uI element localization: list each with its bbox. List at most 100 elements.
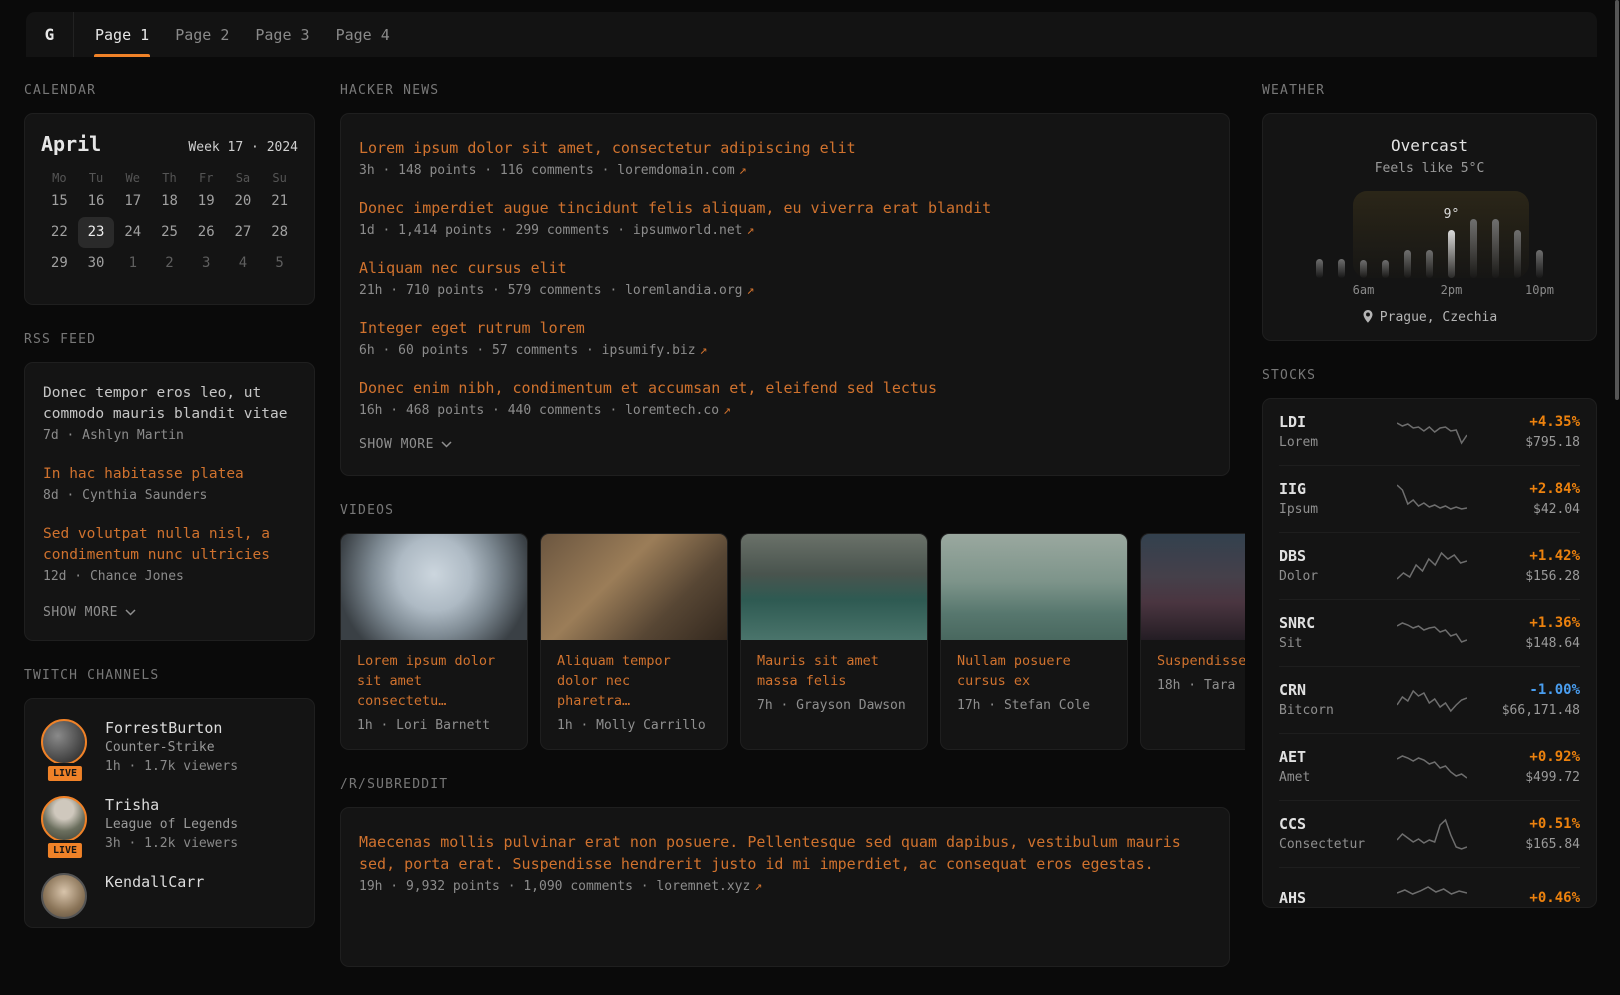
video-title[interactable]: Suspendisse diam [1157, 651, 1245, 671]
video-title[interactable]: Aliquam tempor dolor nec pharetra… [557, 651, 711, 711]
calendar-day[interactable]: 21 [261, 186, 298, 217]
videos-section-title: VIDEOS [340, 504, 1230, 518]
tab-page-3[interactable]: Page 3 [254, 12, 310, 57]
hackernews-item-title[interactable]: Integer eget rutrum lorem [359, 317, 1211, 339]
tab-page-1[interactable]: Page 1 [94, 12, 150, 57]
twitch-channel-name[interactable]: Trisha [105, 796, 238, 815]
stock-change-percent: +1.42% [1467, 546, 1580, 567]
stock-change-percent: +0.46% [1467, 888, 1580, 909]
calendar-day[interactable]: 1 [114, 248, 151, 279]
weather-location-row: Prague, Czechia [1279, 310, 1580, 325]
video-card[interactable]: Aliquam tempor dolor nec pharetra…1h · M… [540, 533, 728, 750]
calendar-day[interactable]: 5 [261, 248, 298, 279]
stock-row[interactable]: LDILorem+4.35%$795.18 [1279, 399, 1580, 465]
rss-item-title[interactable]: Sed volutpat nulla nisl, a condimentum n… [43, 524, 296, 566]
calendar-day[interactable]: 30 [78, 248, 115, 279]
hackernews-item-title[interactable]: Lorem ipsum dolor sit amet, consectetur … [359, 137, 1211, 159]
location-pin-icon [1362, 310, 1374, 325]
video-card[interactable]: Mauris sit amet massa felis7h · Grayson … [740, 533, 928, 750]
stock-sparkline [1397, 881, 1467, 908]
video-title[interactable]: Lorem ipsum dolor sit amet consectetu… [357, 651, 511, 711]
weather-hour-bar [1536, 250, 1543, 278]
video-title[interactable]: Nullam posuere cursus ex [957, 651, 1111, 691]
live-badge: LIVE [45, 763, 85, 784]
twitch-avatar-wrap [41, 873, 89, 919]
calendar-day[interactable]: 4 [225, 248, 262, 279]
video-thumbnail [741, 534, 927, 640]
calendar-day[interactable]: 2 [151, 248, 188, 279]
twitch-channel-name[interactable]: KendallCarr [105, 873, 204, 892]
calendar-day[interactable]: 15 [41, 186, 78, 217]
rss-item-title[interactable]: In hac habitasse platea [43, 464, 296, 485]
stock-row[interactable]: CRNBitcorn-1.00%$66,171.48 [1279, 666, 1580, 733]
app-logo[interactable]: G [26, 12, 74, 57]
video-card[interactable]: Suspendisse diam18h · Tara [1140, 533, 1245, 750]
hackernews-list: Lorem ipsum dolor sit amet, consectetur … [359, 137, 1211, 421]
video-card[interactable]: Lorem ipsum dolor sit amet consectetu…1h… [340, 533, 528, 750]
rss-show-more-label: SHOW MORE [43, 605, 118, 620]
twitch-channel-row[interactable]: KendallCarr [41, 873, 298, 919]
twitch-channel-name[interactable]: ForrestBurton [105, 719, 238, 738]
calendar-day[interactable]: 23 [78, 217, 115, 248]
video-thumbnail [1141, 534, 1245, 640]
calendar-day[interactable]: 27 [225, 217, 262, 248]
videos-section: VIDEOS Lorem ipsum dolor sit amet consec… [340, 504, 1230, 750]
hackernews-item-meta-text: 6h · 60 points · 57 comments · ipsumify.… [359, 343, 696, 358]
stock-name: Amet [1279, 768, 1397, 787]
rss-item-title[interactable]: Donec tempor eros leo, ut commodo mauris… [43, 383, 296, 425]
stock-row[interactable]: DBSDolor+1.42%$156.28 [1279, 532, 1580, 599]
stock-values: +1.42%$156.28 [1467, 546, 1580, 586]
hackernews-item: Donec imperdiet augue tincidunt felis al… [359, 197, 1211, 241]
stock-ticker: IIG [1279, 479, 1397, 500]
calendar-day[interactable]: 3 [188, 248, 225, 279]
stock-sparkline [1397, 750, 1467, 784]
hackernews-item-title[interactable]: Aliquam nec cursus elit [359, 257, 1211, 279]
video-card[interactable]: Nullam posuere cursus ex17h · Stefan Col… [940, 533, 1128, 750]
twitch-channel-game: Counter-Strike [105, 738, 238, 757]
calendar-day[interactable]: 18 [151, 186, 188, 217]
stock-row[interactable]: AHS+0.46% [1279, 867, 1580, 908]
hackernews-show-more-button[interactable]: SHOW MORE [359, 437, 1211, 452]
hackernews-item-meta: 6h · 60 points · 57 comments · ipsumify.… [359, 341, 1211, 361]
weather-hour-bar [1404, 250, 1411, 278]
weather-section: WEATHER Overcast Feels like 5°C 9° 6am2p… [1262, 84, 1597, 341]
calendar-dow-label: We [114, 170, 151, 186]
calendar-day[interactable]: 28 [261, 217, 298, 248]
tab-page-4[interactable]: Page 4 [335, 12, 391, 57]
twitch-channel-row[interactable]: LIVEForrestBurtonCounter-Strike1h · 1.7k… [41, 719, 298, 776]
stock-row[interactable]: AETAmet+0.92%$499.72 [1279, 733, 1580, 800]
hackernews-item-title[interactable]: Donec enim nibh, condimentum et accumsan… [359, 377, 1211, 399]
external-link-icon: ↗ [739, 163, 747, 178]
stock-info: LDILorem [1279, 412, 1397, 452]
calendar-day[interactable]: 20 [225, 186, 262, 217]
page-scrollbar[interactable] [1615, 0, 1619, 400]
calendar-day[interactable]: 26 [188, 217, 225, 248]
stock-row[interactable]: IIGIpsum+2.84%$42.04 [1279, 465, 1580, 532]
calendar-dow-label: Tu [78, 170, 115, 186]
stock-price: $148.64 [1467, 634, 1580, 653]
calendar-day[interactable]: 19 [188, 186, 225, 217]
twitch-channel-row[interactable]: LIVETrishaLeague of Legends3h · 1.2k vie… [41, 796, 298, 853]
calendar-day[interactable]: 29 [41, 248, 78, 279]
calendar-dow-label: Th [151, 170, 188, 186]
tab-page-2[interactable]: Page 2 [174, 12, 230, 57]
hackernews-item-title[interactable]: Donec imperdiet augue tincidunt felis al… [359, 197, 1211, 219]
subreddit-item-title[interactable]: Maecenas mollis pulvinar erat non posuer… [359, 831, 1211, 875]
calendar-day[interactable]: 24 [114, 217, 151, 248]
stock-values: +0.51%$165.84 [1467, 814, 1580, 854]
rss-item: Sed volutpat nulla nisl, a condimentum n… [43, 524, 296, 587]
calendar-day[interactable]: 25 [151, 217, 188, 248]
calendar-day[interactable]: 16 [78, 186, 115, 217]
stock-row[interactable]: CCSConsectetur+0.51%$165.84 [1279, 800, 1580, 867]
calendar-day[interactable]: 22 [41, 217, 78, 248]
calendar-day[interactable]: 17 [114, 186, 151, 217]
hackernews-item-meta: 1d · 1,414 points · 299 comments · ipsum… [359, 221, 1211, 241]
weather-time-label: 6am [1353, 282, 1375, 298]
calendar-week-year-label: Week 17 · 2024 [188, 140, 298, 155]
video-thumbnail [541, 534, 727, 640]
stock-row[interactable]: SNRCSit+1.36%$148.64 [1279, 599, 1580, 666]
rss-show-more-button[interactable]: SHOW MORE [43, 605, 296, 620]
videos-row: Lorem ipsum dolor sit amet consectetu…1h… [340, 533, 1245, 750]
video-title[interactable]: Mauris sit amet massa felis [757, 651, 911, 691]
weather-daylight-highlight [1353, 191, 1529, 278]
